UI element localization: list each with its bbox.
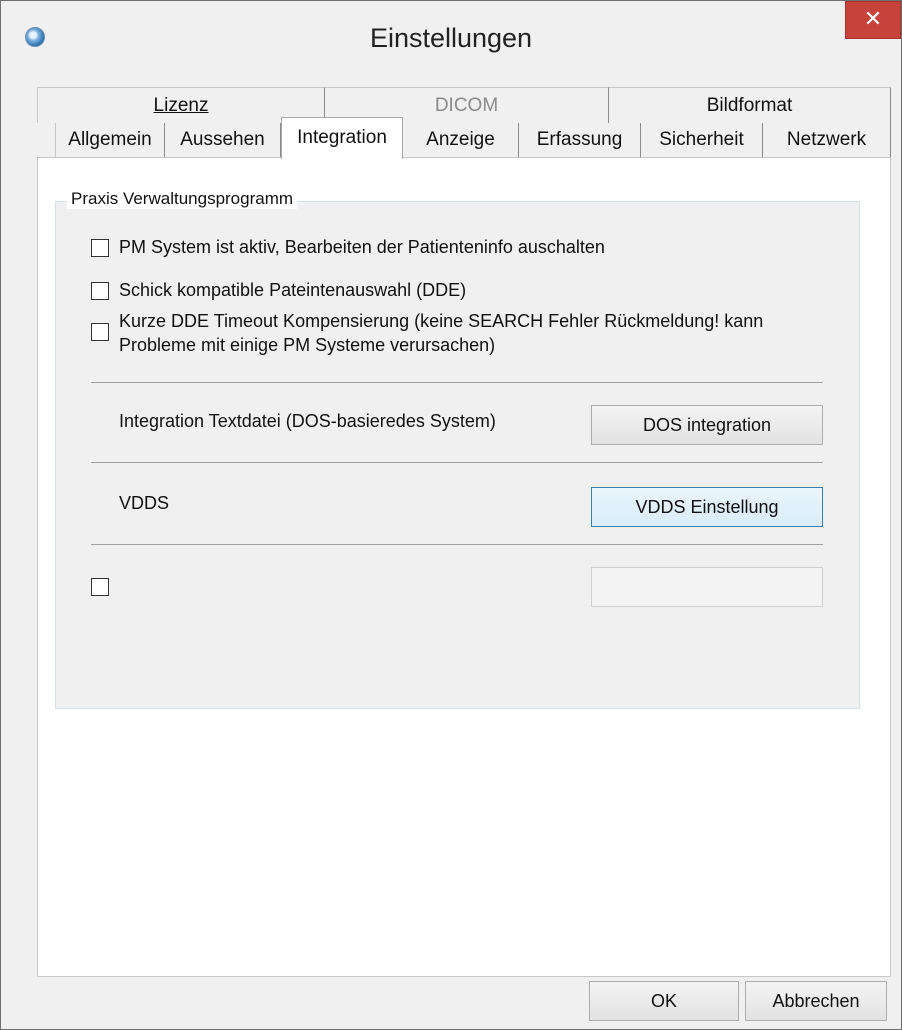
tab-label: Anzeige	[426, 129, 495, 150]
tab-label: Aussehen	[180, 129, 265, 150]
settings-dialog: Einstellungen ✕ Lizenz DICOM Bildformat …	[0, 0, 902, 1030]
tab-label: DICOM	[434, 95, 499, 116]
group-title: Praxis Verwaltungsprogramm	[67, 189, 298, 209]
label-dos-integration: Integration Textdatei (DOS-basieredes Sy…	[119, 411, 496, 431]
tab-label: Lizenz	[153, 95, 209, 116]
extra-disabled-button	[591, 567, 823, 607]
tab-erfassung[interactable]: Erfassung	[519, 123, 641, 157]
tab-allgemein[interactable]: Allgemein	[55, 123, 165, 157]
separator	[91, 382, 823, 383]
dialog-footer: OK Abbrechen	[1, 977, 901, 1029]
checkbox-dde-compatible[interactable]	[91, 282, 109, 300]
group-box-praxis	[55, 201, 860, 709]
close-button[interactable]: ✕	[845, 1, 901, 39]
close-icon: ✕	[863, 6, 883, 31]
tab-label: Integration	[297, 127, 387, 148]
label-dde-compatible[interactable]: Schick kompatible Pateintenauswahl (DDE)	[119, 280, 466, 301]
tab-label: Erfassung	[536, 129, 623, 150]
separator	[91, 544, 823, 545]
tab-integration[interactable]: Integration	[281, 117, 403, 159]
cancel-button[interactable]: Abbrechen	[745, 981, 887, 1021]
tab-label: Sicherheit	[659, 129, 744, 150]
tab-anzeige[interactable]: Anzeige	[403, 123, 519, 157]
title-bar[interactable]: Einstellungen ✕	[1, 1, 901, 73]
label-dde-timeout-line2[interactable]: Probleme mit einige PM Systeme verursach…	[119, 335, 495, 356]
vdds-settings-button[interactable]: VDDS Einstellung	[591, 487, 823, 527]
tab-netzwerk[interactable]: Netzwerk	[763, 123, 891, 157]
checkbox-dde-timeout[interactable]	[91, 323, 109, 341]
window-title: Einstellungen	[369, 23, 533, 53]
tab-bildformat[interactable]: Bildformat	[609, 87, 891, 123]
dos-integration-button[interactable]: DOS integration	[591, 405, 823, 445]
ok-button[interactable]: OK	[589, 981, 739, 1021]
tab-label: Bildformat	[706, 95, 793, 116]
label-pm-system-active[interactable]: PM System ist aktiv, Bearbeiten der Pati…	[119, 237, 605, 258]
label-vdds: VDDS	[119, 493, 170, 513]
label-dde-timeout-line1[interactable]: Kurze DDE Timeout Kompensierung (keine S…	[119, 311, 763, 332]
tab-aussehen[interactable]: Aussehen	[165, 123, 281, 157]
checkbox-pm-system-active[interactable]	[91, 239, 109, 257]
checkbox-extra[interactable]	[91, 578, 109, 596]
tab-label: Netzwerk	[786, 129, 867, 150]
tab-sicherheit[interactable]: Sicherheit	[641, 123, 763, 157]
tab-label: Allgemein	[68, 129, 152, 150]
separator	[91, 462, 823, 463]
